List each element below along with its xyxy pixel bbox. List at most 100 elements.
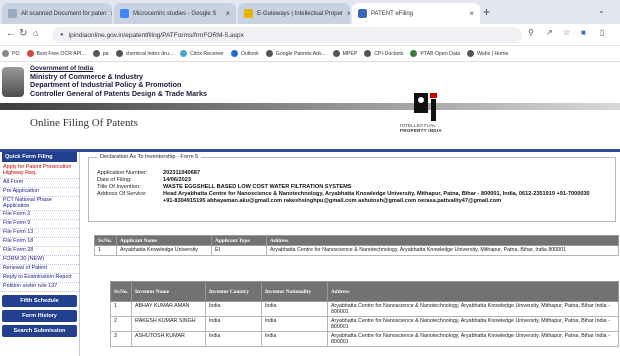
back-arrow-icon[interactable]: ← — [6, 28, 16, 39]
browser-tab[interactable]: PATENT eFiling × — [352, 3, 480, 24]
column-header: Address — [326, 281, 620, 302]
tab-label: E-Gateways | Intellectual Proper — [257, 10, 343, 17]
tab-close-icon[interactable]: × — [465, 9, 474, 18]
sidebar-link[interactable]: File Form 2 — [0, 211, 79, 221]
search-submission-button[interactable]: Search Submission — [2, 324, 77, 337]
table-cell: India — [204, 316, 262, 332]
table-cell: 2 — [110, 316, 132, 332]
bookmark-label: chemical index dru... — [125, 50, 174, 57]
share-icon[interactable]: ↗ — [546, 28, 553, 37]
site-header: Government of India Ministry of Commerce… — [0, 63, 620, 149]
government-titles: Government of India Ministry of Commerce… — [30, 65, 207, 98]
sidebar-link[interactable]: Petition under rule 137 — [0, 283, 79, 292]
lock-icon: ● — [60, 32, 64, 38]
ip-logo-mark-icon — [414, 93, 444, 121]
ip-india-logo: INTELLECTUAL PROPERTY INDIA — [390, 93, 470, 137]
sidebar-link[interactable]: File Form 18 — [0, 238, 79, 248]
sidebar-link[interactable]: Apply for Patent Prosecution Highway Req… — [0, 164, 79, 179]
tab-favicon-icon — [8, 9, 17, 18]
address-line-1: Head Aryabhatta Centre for Nanoscience &… — [163, 191, 590, 197]
address-line-2: +91-8304915195 abhayaman.aku@gmail.com r… — [163, 198, 502, 204]
bookmark-label: PO — [12, 50, 20, 57]
column-header: Inventor Country — [204, 281, 262, 302]
browser-tab[interactable]: E-Gateways | Intellectual Proper × — [238, 3, 350, 24]
tab-search-chevron-icon[interactable]: ⌄ — [598, 6, 605, 15]
bookmark-label: Outlook — [240, 50, 259, 57]
inventor-table: Sr.No. Inventor Name Inventor Country Inven… — [110, 281, 620, 347]
sidebar-link[interactable]: Renewal of Patent — [0, 265, 79, 274]
bookmark-item[interactable]: Citrix Receiver — [180, 50, 224, 57]
bookmark-item[interactable]: PTAB Open Data — [410, 50, 460, 57]
bookmarks-bar: PO Best Free OCR API... pa chemical index d… — [0, 46, 620, 62]
tab-label: All scanned Document for paten — [21, 10, 107, 17]
fifth-schedule-button[interactable]: Fifth Schedule — [2, 294, 77, 307]
fieldset-legend: Declaration As To Inventorship - Form 5 — [97, 154, 202, 160]
new-tab-button[interactable]: + — [483, 5, 490, 19]
browser-tab[interactable]: All scanned Document for paten× — [2, 3, 112, 24]
bookmark-item[interactable]: MPEP — [332, 50, 357, 57]
bookmark-label: Citrix Receiver — [190, 50, 224, 57]
table-cell: India — [204, 331, 262, 347]
sidebar-link[interactable]: All Form — [0, 179, 79, 188]
bookmark-item[interactable]: Webs | Home — [467, 50, 508, 57]
home-icon[interactable]: ⌂ — [33, 28, 38, 38]
sidebar: Quick Form Filing Apply for Patent Prose… — [0, 152, 80, 356]
date-value: 14/06/2023 — [163, 177, 191, 183]
bookmark-label: Google Patents Adv... — [275, 50, 326, 57]
reload-icon[interactable]: ↻ — [19, 28, 27, 39]
sidebar-panel-icon[interactable]: ▯ — [600, 28, 604, 37]
sidebar-link[interactable]: Pre Application — [0, 188, 79, 197]
bookmark-favicon-icon — [180, 50, 188, 57]
sidebar-link[interactable]: FORM 30 (NEW) — [0, 256, 79, 265]
tab-label: PATENT eFiling — [371, 10, 414, 17]
application-info: Application Number: 202311040687 Date of… — [97, 170, 612, 205]
table-cell: Aryabhatta Centre for Nanoscience & Nano… — [326, 301, 620, 317]
column-header: Applicant Name — [116, 235, 212, 246]
tab-label: Microcentric studies - Google S — [133, 10, 217, 17]
address-bar[interactable]: ● ipindiaonline.gov.in/epatentfiling/PAT… — [52, 27, 522, 43]
form-history-button[interactable]: Form History — [2, 309, 77, 322]
tab-close-icon[interactable]: × — [106, 9, 112, 18]
sidebar-heading[interactable]: Quick Form Filing — [2, 152, 77, 162]
bookmark-item[interactable]: chemical index dru... — [115, 50, 174, 57]
sidebar-link[interactable]: File Form 13 — [0, 229, 79, 239]
bookmark-item[interactable]: PO — [2, 50, 20, 57]
bookmark-favicon-icon — [115, 50, 123, 57]
extension-icon[interactable]: ■ — [581, 28, 586, 37]
table-row: 1 ABHAY KUMAR AMAN India India Aryabhatta Ce… — [110, 301, 620, 317]
bookmark-favicon-icon — [410, 50, 418, 57]
bookmark-item[interactable]: Google Patents Adv... — [265, 50, 326, 57]
bookmark-label: PTAB Open Data — [420, 50, 461, 57]
bookmark-item[interactable]: CPI-Dockets — [364, 50, 403, 57]
browser-tab[interactable]: Microcentric studies - Google S × — [114, 3, 236, 24]
applicant-table: Sr.No. Applicant Name Applicant Type Addres… — [94, 235, 619, 256]
table-row: 2 RAKESH KUMAR SINGH India India Aryabhatta … — [110, 316, 620, 332]
date-label: Date of Filing: — [97, 177, 132, 183]
tab-close-icon[interactable]: × — [343, 9, 350, 18]
sidebar-link[interactable]: File Form 9 — [0, 220, 79, 230]
main-content: Declaration As To Inventorship - Form 5 … — [84, 152, 620, 356]
navigation-bar: ← ↻ ⌂ ● ipindiaonline.gov.in/epatentfili… — [0, 24, 620, 46]
bookmark-label: Best Free OCR API... — [36, 50, 86, 57]
title-label: Title Of Invention: — [97, 184, 141, 190]
table-cell: Aryabhatta Centre for Nanoscience & Nano… — [266, 245, 619, 256]
table-cell: 1 — [94, 245, 117, 256]
bookmark-item[interactable]: Outlook — [230, 50, 259, 57]
national-emblem-icon — [2, 67, 24, 97]
table-cell: India — [260, 316, 328, 332]
bookmark-favicon-icon — [2, 50, 9, 57]
bookmark-favicon-icon — [230, 50, 238, 57]
sidebar-link[interactable]: Reply to Examination Report — [0, 274, 79, 283]
sidebar-link[interactable]: PCT National Phase Application — [0, 197, 79, 212]
table-cell: India — [260, 301, 328, 317]
tab-favicon-icon — [244, 9, 253, 18]
bookmark-favicon-icon — [26, 50, 34, 57]
sidebar-link[interactable]: File Form 28 — [0, 247, 79, 256]
column-header: Applicant Type — [211, 235, 267, 246]
zoom-icon[interactable]: ⚲ — [528, 28, 534, 37]
bookmark-item[interactable]: Best Free OCR API... — [26, 50, 86, 57]
tab-close-icon[interactable]: × — [221, 9, 230, 18]
table-cell: India — [204, 301, 262, 317]
bookmark-item[interactable]: pa — [92, 50, 109, 57]
bookmark-star-icon[interactable]: ☆ — [563, 28, 570, 37]
